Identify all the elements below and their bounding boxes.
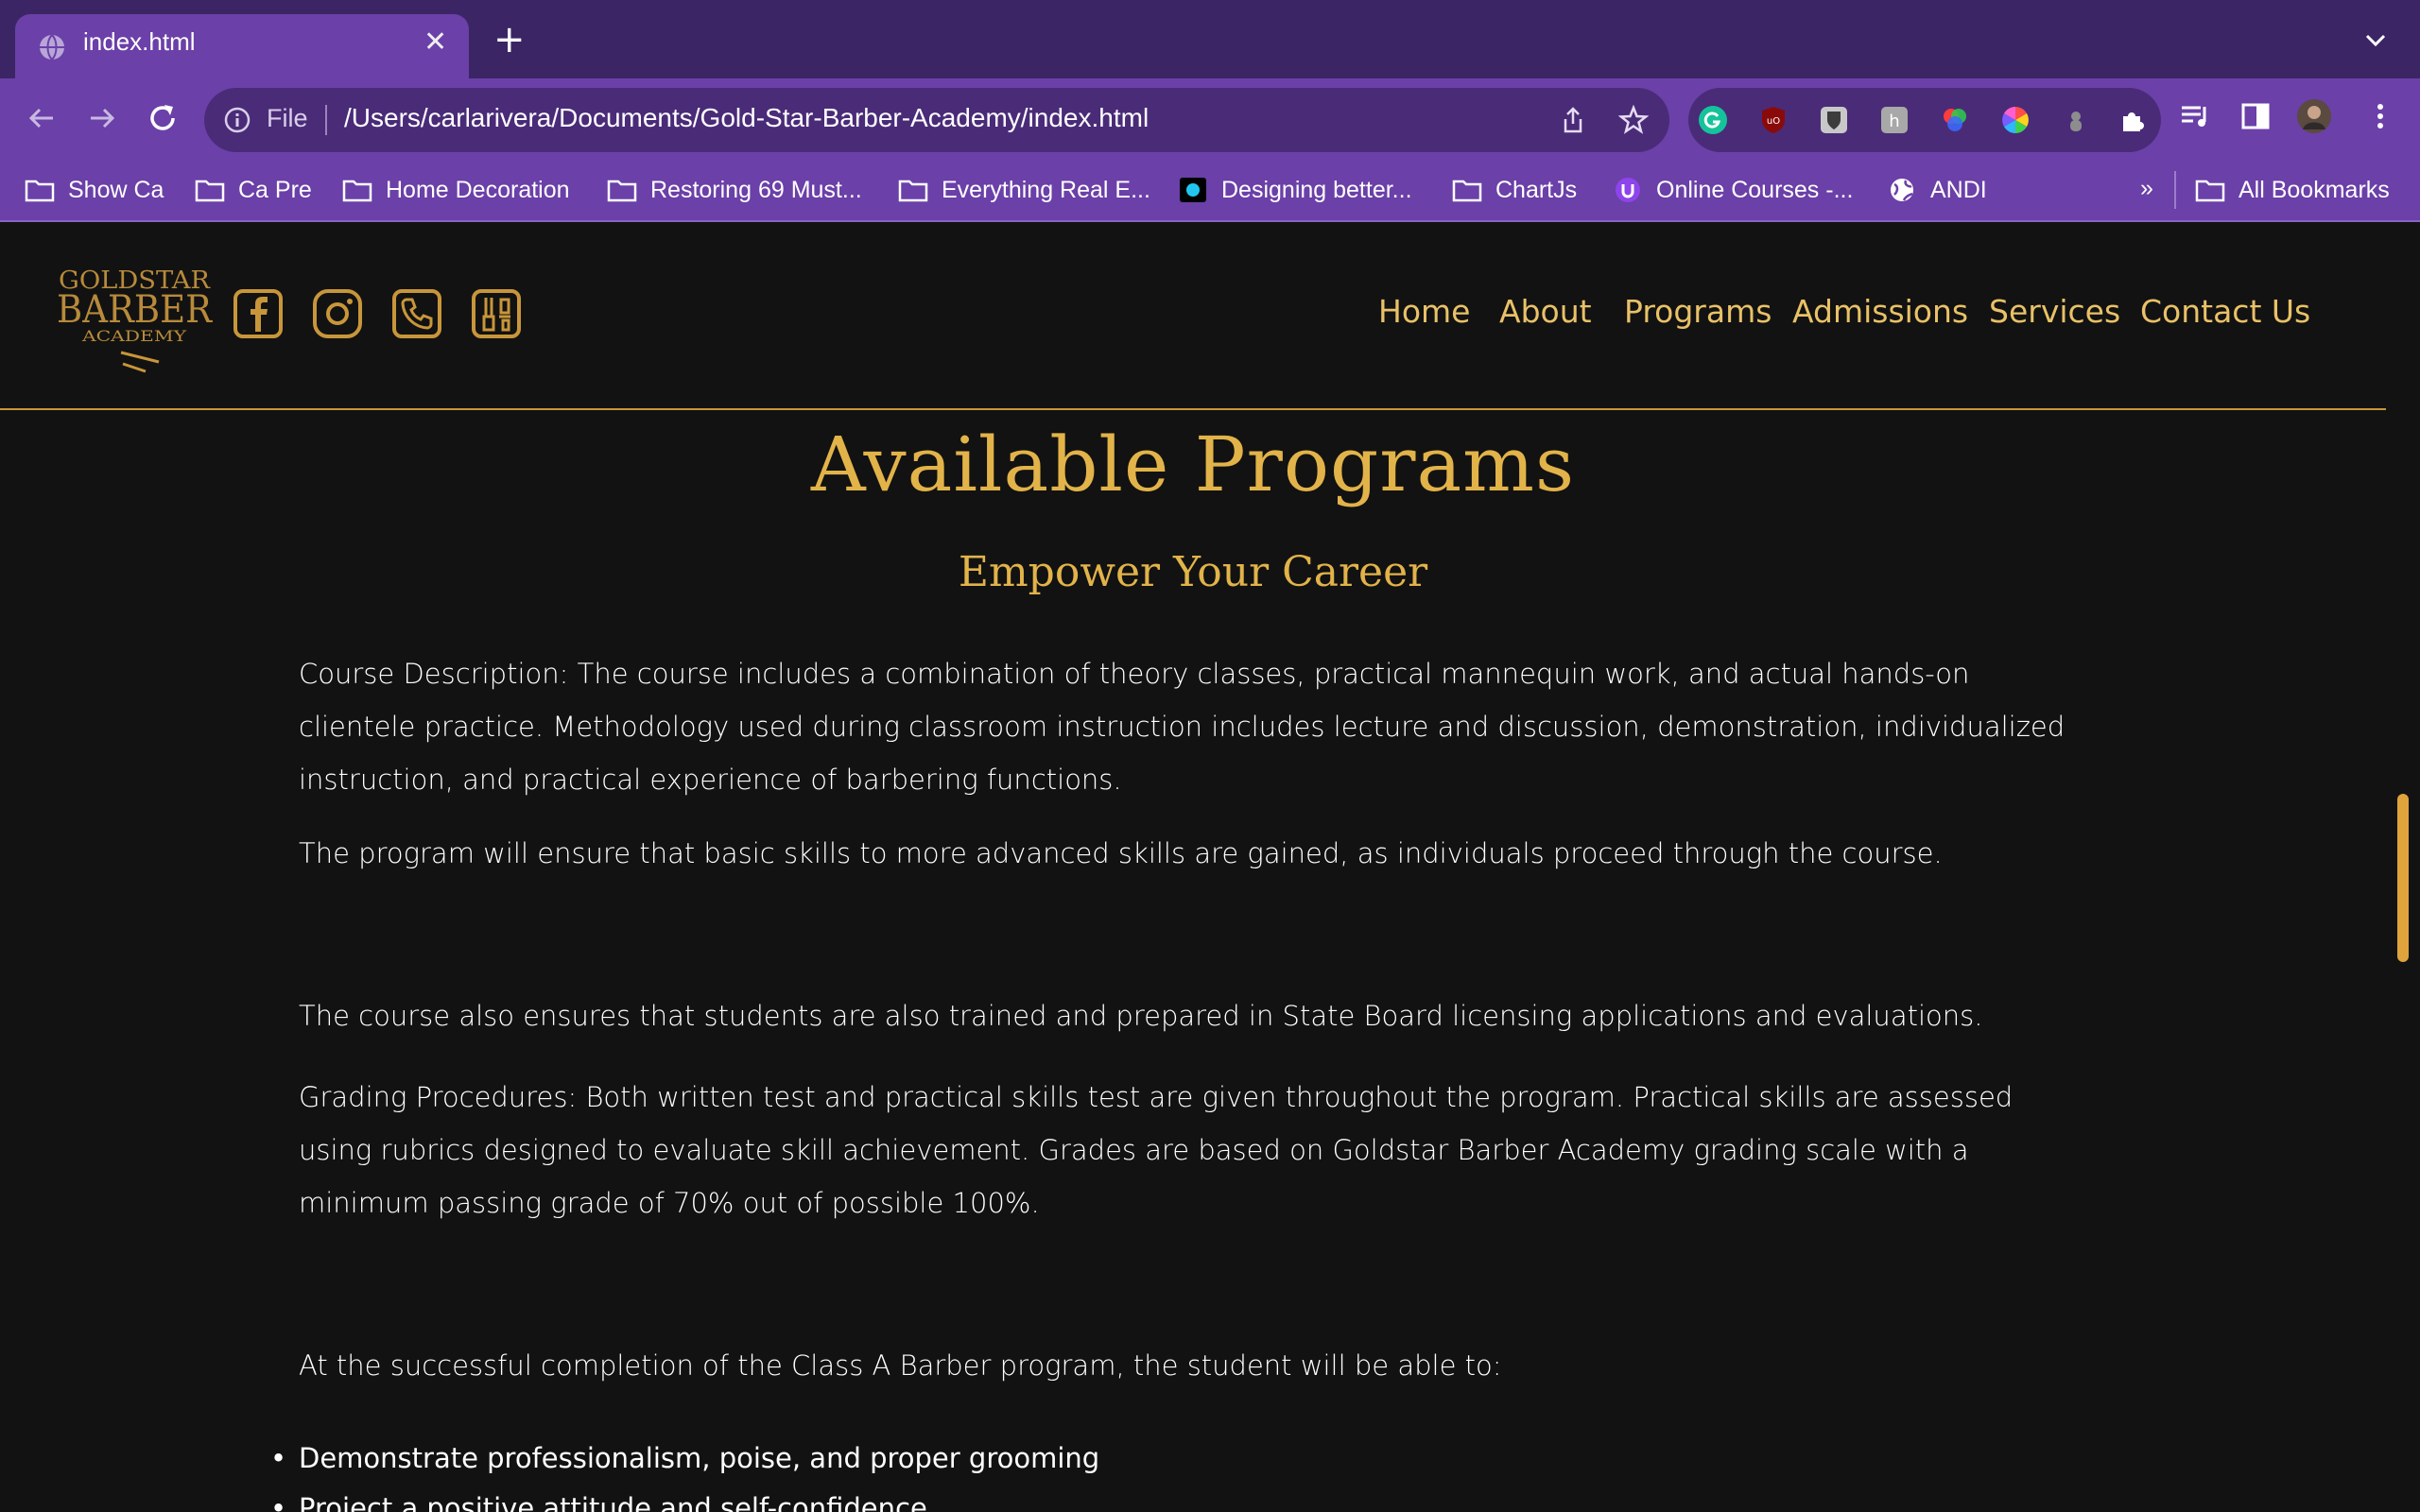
extensions-area: uO h	[1688, 88, 2161, 152]
forward-icon[interactable]	[83, 99, 121, 137]
bookmarks-overflow-button[interactable]: »	[2140, 175, 2153, 202]
bookmark-label: Everything Real E...	[942, 176, 1150, 203]
nav-programs[interactable]: Programs	[1624, 293, 1772, 330]
bookmark-item[interactable]: Home Decoration	[342, 171, 570, 209]
bookmark-label: Restoring 69 Must...	[650, 176, 862, 203]
bitwarden-extension-icon[interactable]	[1819, 105, 1849, 135]
folder-icon	[25, 180, 55, 202]
phone-icon[interactable]	[391, 288, 442, 339]
reload-icon[interactable]	[144, 99, 182, 137]
bookmark-label: ChartJs	[1495, 176, 1578, 203]
bookmark-item[interactable]: ANDI	[1887, 171, 1987, 209]
nav-services[interactable]: Services	[1989, 293, 2120, 330]
folder-icon	[1452, 180, 1482, 202]
all-bookmarks-label: All Bookmarks	[2238, 176, 2390, 203]
web-page: GOLDSTAR BARBER ACADEMY Home About Progr…	[0, 222, 2420, 1512]
tab-strip: index.html ✕ +	[0, 0, 2420, 78]
folder-icon	[342, 180, 372, 202]
bookmark-label: Show Ca	[68, 176, 164, 203]
grading-procedures-paragraph: Grading Procedures: Both written test an…	[299, 1081, 2014, 1219]
active-tab[interactable]: index.html ✕	[15, 14, 469, 78]
bookmark-item[interactable]: Restoring 69 Must...	[607, 171, 862, 209]
bookmark-item[interactable]: Designing better...	[1178, 171, 1412, 209]
svg-text:h: h	[1889, 112, 1899, 131]
bookmark-item[interactable]: Show Ca	[25, 171, 164, 209]
site-header: GOLDSTAR BARBER ACADEMY Home About Progr…	[0, 222, 2386, 410]
bookmark-label: Designing better...	[1221, 176, 1412, 203]
barber-shop-icon[interactable]	[471, 288, 522, 339]
bookmark-label: Ca Pre	[238, 176, 312, 203]
bookmark-item[interactable]: Everything Real E...	[898, 171, 1150, 209]
outcomes-list: Demonstrate professionalism, poise, and …	[270, 1434, 1099, 1512]
side-panel-icon[interactable]	[2238, 99, 2273, 133]
info-icon[interactable]	[223, 106, 251, 134]
grammarly-extension-icon[interactable]	[1698, 105, 1728, 135]
bookmark-item[interactable]: Ca Pre	[195, 171, 312, 209]
share-icon[interactable]	[1558, 105, 1588, 135]
all-bookmarks-button[interactable]: All Bookmarks	[2195, 171, 2390, 209]
svg-text:ACADEMY: ACADEMY	[81, 327, 187, 345]
url-separator	[325, 105, 327, 135]
bookmark-label: ANDI	[1930, 176, 1987, 203]
chevron-down-icon[interactable]	[2361, 26, 2390, 55]
scrollbar-thumb[interactable]	[2397, 794, 2409, 962]
more-menu-icon[interactable]	[2363, 99, 2397, 133]
globe-icon	[40, 34, 64, 60]
list-item: Project a positive attitude and self-con…	[270, 1484, 1099, 1512]
nav-home[interactable]: Home	[1378, 293, 1470, 330]
address-bar[interactable]: File /Users/carlarivera/Documents/Gold-S…	[204, 88, 1669, 152]
goldstar-logo[interactable]: GOLDSTAR BARBER ACADEMY	[55, 260, 214, 373]
page-subtitle: Empower Your Career	[958, 548, 1428, 596]
bookmark-label: Home Decoration	[386, 176, 570, 203]
ublock-extension-icon[interactable]: uO	[1758, 105, 1789, 135]
bookmark-label: Online Courses -...	[1656, 176, 1854, 203]
svg-text:uO: uO	[1767, 116, 1780, 127]
nav-contact-us[interactable]: Contact Us	[2140, 293, 2310, 330]
new-tab-button[interactable]: +	[493, 21, 526, 59]
tab-title: index.html	[83, 27, 196, 56]
site-icon	[1180, 178, 1206, 202]
color-picker-extension-icon[interactable]	[1940, 105, 1970, 135]
bookmark-item[interactable]: ChartJs	[1452, 171, 1577, 209]
folder-icon	[898, 180, 928, 202]
folder-icon	[2195, 180, 2225, 202]
puzzle-extensions-icon[interactable]	[2118, 105, 2148, 135]
completion-intro-paragraph: At the successful completion of the Clas…	[299, 1349, 1502, 1382]
nav-admissions[interactable]: Admissions	[1792, 293, 1968, 330]
facebook-icon[interactable]	[233, 288, 284, 339]
reading-list-icon[interactable]	[2178, 99, 2212, 133]
page-title: Available Programs	[810, 421, 1576, 508]
bookmarks-bar: Show Ca Ca Pre Home Decoration Restoring…	[0, 160, 2420, 222]
skills-paragraph: The program will ensure that basic skill…	[299, 837, 1943, 869]
extension-icon[interactable]	[2061, 105, 2091, 135]
url-scheme: File	[267, 104, 308, 132]
nav-about[interactable]: About	[1499, 293, 1592, 330]
site-icon	[1616, 178, 1640, 202]
bookmark-star-icon[interactable]	[1618, 105, 1649, 135]
bookmark-item[interactable]: Online Courses -...	[1613, 171, 1853, 209]
back-icon[interactable]	[23, 99, 60, 137]
profile-avatar-icon[interactable]	[2297, 99, 2331, 133]
state-board-paragraph: The course also ensures that students ar…	[299, 1000, 1983, 1032]
instagram-icon[interactable]	[312, 288, 363, 339]
color-wheel-extension-icon[interactable]	[2000, 105, 2031, 135]
list-item: Demonstrate professionalism, poise, and …	[270, 1434, 1099, 1484]
folder-icon	[195, 180, 225, 202]
svg-text:BARBER: BARBER	[57, 288, 214, 332]
url-text[interactable]: /Users/carlarivera/Documents/Gold-Star-B…	[344, 103, 1149, 133]
bookmarks-divider	[2174, 171, 2176, 209]
browser-toolbar: File /Users/carlarivera/Documents/Gold-S…	[0, 78, 2420, 160]
folder-icon	[607, 180, 637, 202]
course-description-paragraph: Course Description: The course includes …	[299, 658, 2066, 796]
close-tab-icon[interactable]: ✕	[424, 26, 447, 59]
globe-icon	[1891, 179, 1913, 201]
honey-extension-icon[interactable]: h	[1879, 105, 1910, 135]
